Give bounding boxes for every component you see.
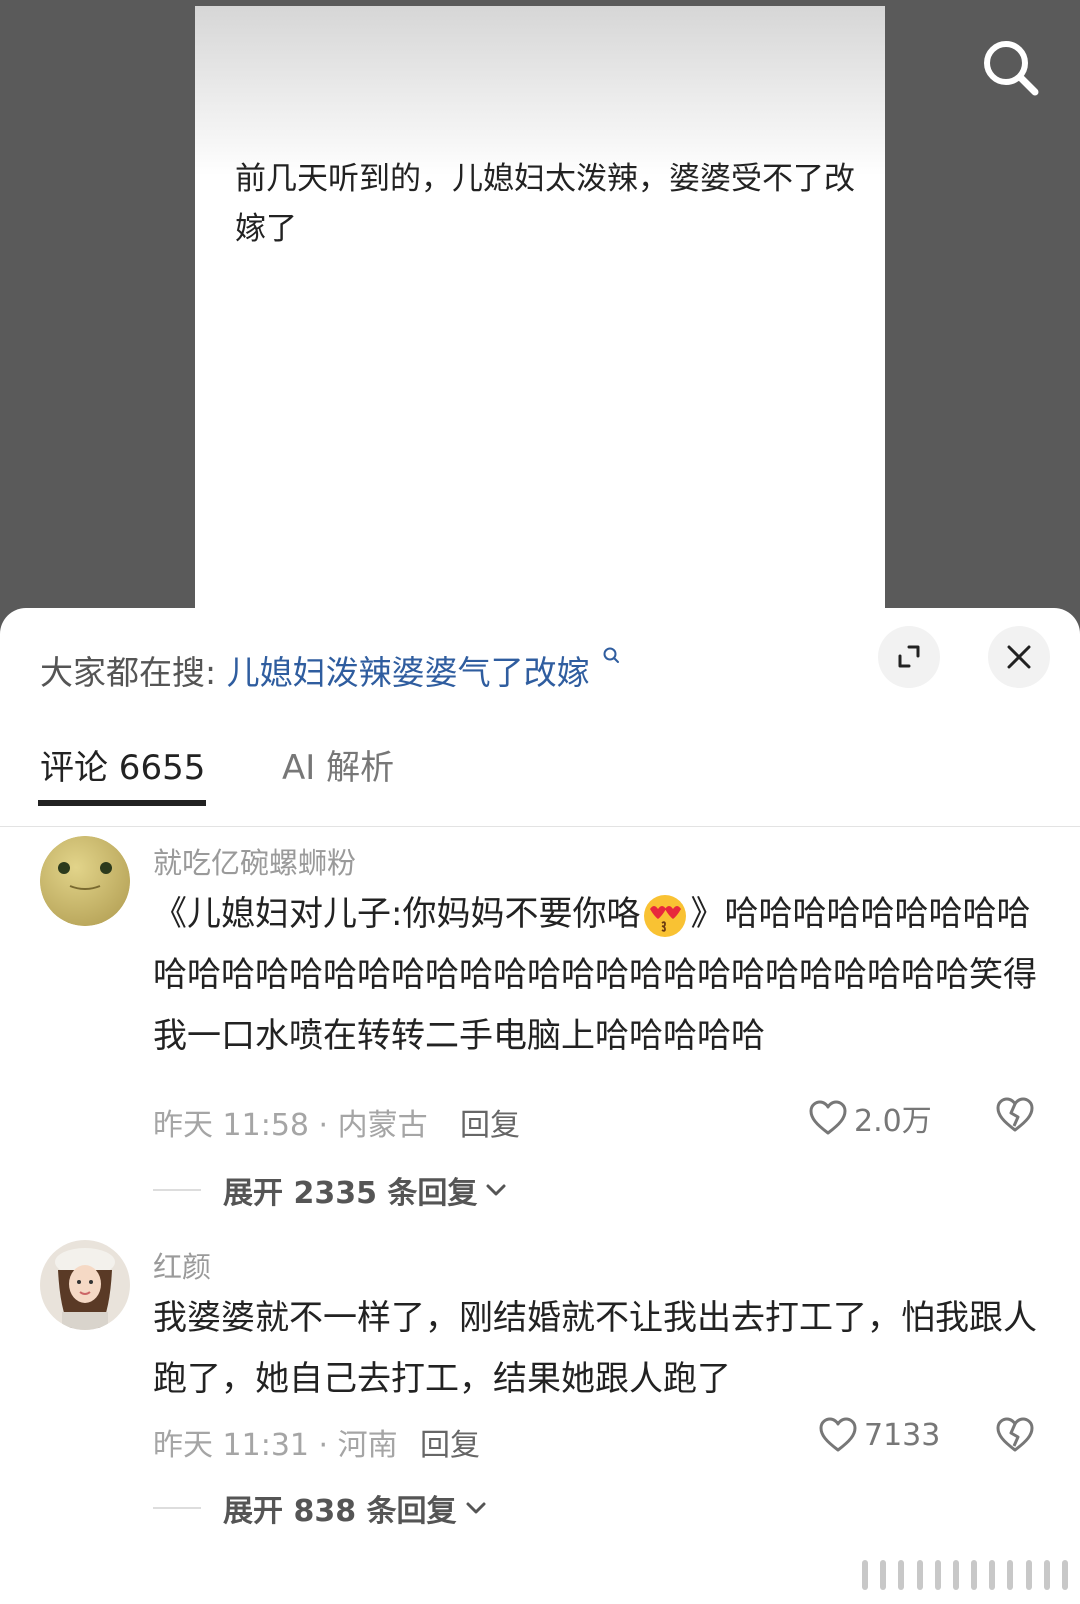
- broken-heart-icon: [996, 1417, 1034, 1452]
- tabs-divider: [0, 826, 1080, 827]
- comment-text-part: 《儿媳妇对儿子:你妈妈不要你咯: [153, 894, 641, 934]
- dislike-button[interactable]: [995, 1416, 1035, 1458]
- expand-replies[interactable]: 展开 838 条回复: [153, 1486, 487, 1530]
- hot-search-query[interactable]: 儿媳妇泼辣婆婆气了改嫁: [227, 653, 590, 692]
- frog-avatar: [40, 836, 130, 926]
- chevron-down-icon: [466, 1502, 486, 1514]
- comment-text: 《儿媳妇对儿子:你妈妈不要你咯 》哈哈哈哈哈哈哈哈哈哈哈哈哈哈哈哈哈哈哈哈哈哈哈哈…: [153, 884, 1039, 1067]
- like-button[interactable]: 2.0万: [808, 1096, 932, 1140]
- close-icon: [1007, 645, 1031, 669]
- tab-comments[interactable]: 评论 6655: [40, 740, 205, 789]
- post-card[interactable]: 前几天听到的，儿媳妇太泼辣，婆婆受不了改嫁了: [195, 6, 885, 646]
- reply-button[interactable]: 回复: [420, 1420, 480, 1464]
- dislike-button[interactable]: [995, 1096, 1035, 1138]
- comment-username[interactable]: 红颜: [153, 1244, 211, 1286]
- heart-icon: [819, 1417, 857, 1452]
- hot-search-bar[interactable]: 大家都在搜: 儿媳妇泼辣婆婆气了改嫁: [40, 646, 622, 694]
- avatar[interactable]: [40, 836, 130, 926]
- comment-text: 我婆婆就不一样了，刚结婚就不让我出去打工了，怕我跟人跑了，她自己去打工，结果她跟…: [153, 1298, 1037, 1399]
- chevron-down-icon: [486, 1184, 506, 1196]
- close-button[interactable]: [988, 626, 1050, 688]
- comments-sheet: 大家都在搜: 儿媳妇泼辣婆婆气了改嫁 评论 6655 AI 解析 就吃亿碗螺蛳粉…: [0, 608, 1080, 1604]
- girl-avatar: [40, 1240, 130, 1330]
- home-indicator: [862, 1560, 1068, 1596]
- like-button[interactable]: 7133: [818, 1416, 940, 1454]
- expand-button[interactable]: [878, 626, 940, 688]
- broken-heart-icon: [996, 1097, 1034, 1132]
- like-count: 2.0万: [854, 1104, 932, 1139]
- avatar[interactable]: [40, 1240, 130, 1330]
- heart-eyes-kiss-emoji: [644, 894, 687, 937]
- like-count: 7133: [864, 1417, 941, 1453]
- heart-icon: [809, 1100, 847, 1135]
- active-tab-indicator: [38, 800, 206, 806]
- divider-line: [153, 1189, 201, 1191]
- hot-search-label: 大家都在搜:: [40, 653, 217, 692]
- divider-line: [153, 1507, 201, 1509]
- post-text: 前几天听到的，儿媳妇太泼辣，婆婆受不了改嫁了: [235, 161, 855, 247]
- comment-username[interactable]: 就吃亿碗螺蛳粉: [153, 840, 356, 882]
- comment-meta: 昨天 11:58 · 内蒙古: [153, 1108, 428, 1143]
- expand-replies-label: 展开 838 条回复: [223, 1494, 457, 1529]
- small-search-icon: [603, 647, 620, 663]
- expand-icon: [898, 645, 920, 668]
- comment-meta: 昨天 11:31 · 河南: [153, 1428, 398, 1463]
- reply-button[interactable]: 回复: [460, 1100, 520, 1144]
- expand-replies[interactable]: 展开 2335 条回复: [153, 1168, 507, 1212]
- tab-ai-analysis[interactable]: AI 解析: [282, 740, 394, 789]
- search-icon[interactable]: [975, 34, 1047, 106]
- expand-replies-label: 展开 2335 条回复: [223, 1176, 478, 1211]
